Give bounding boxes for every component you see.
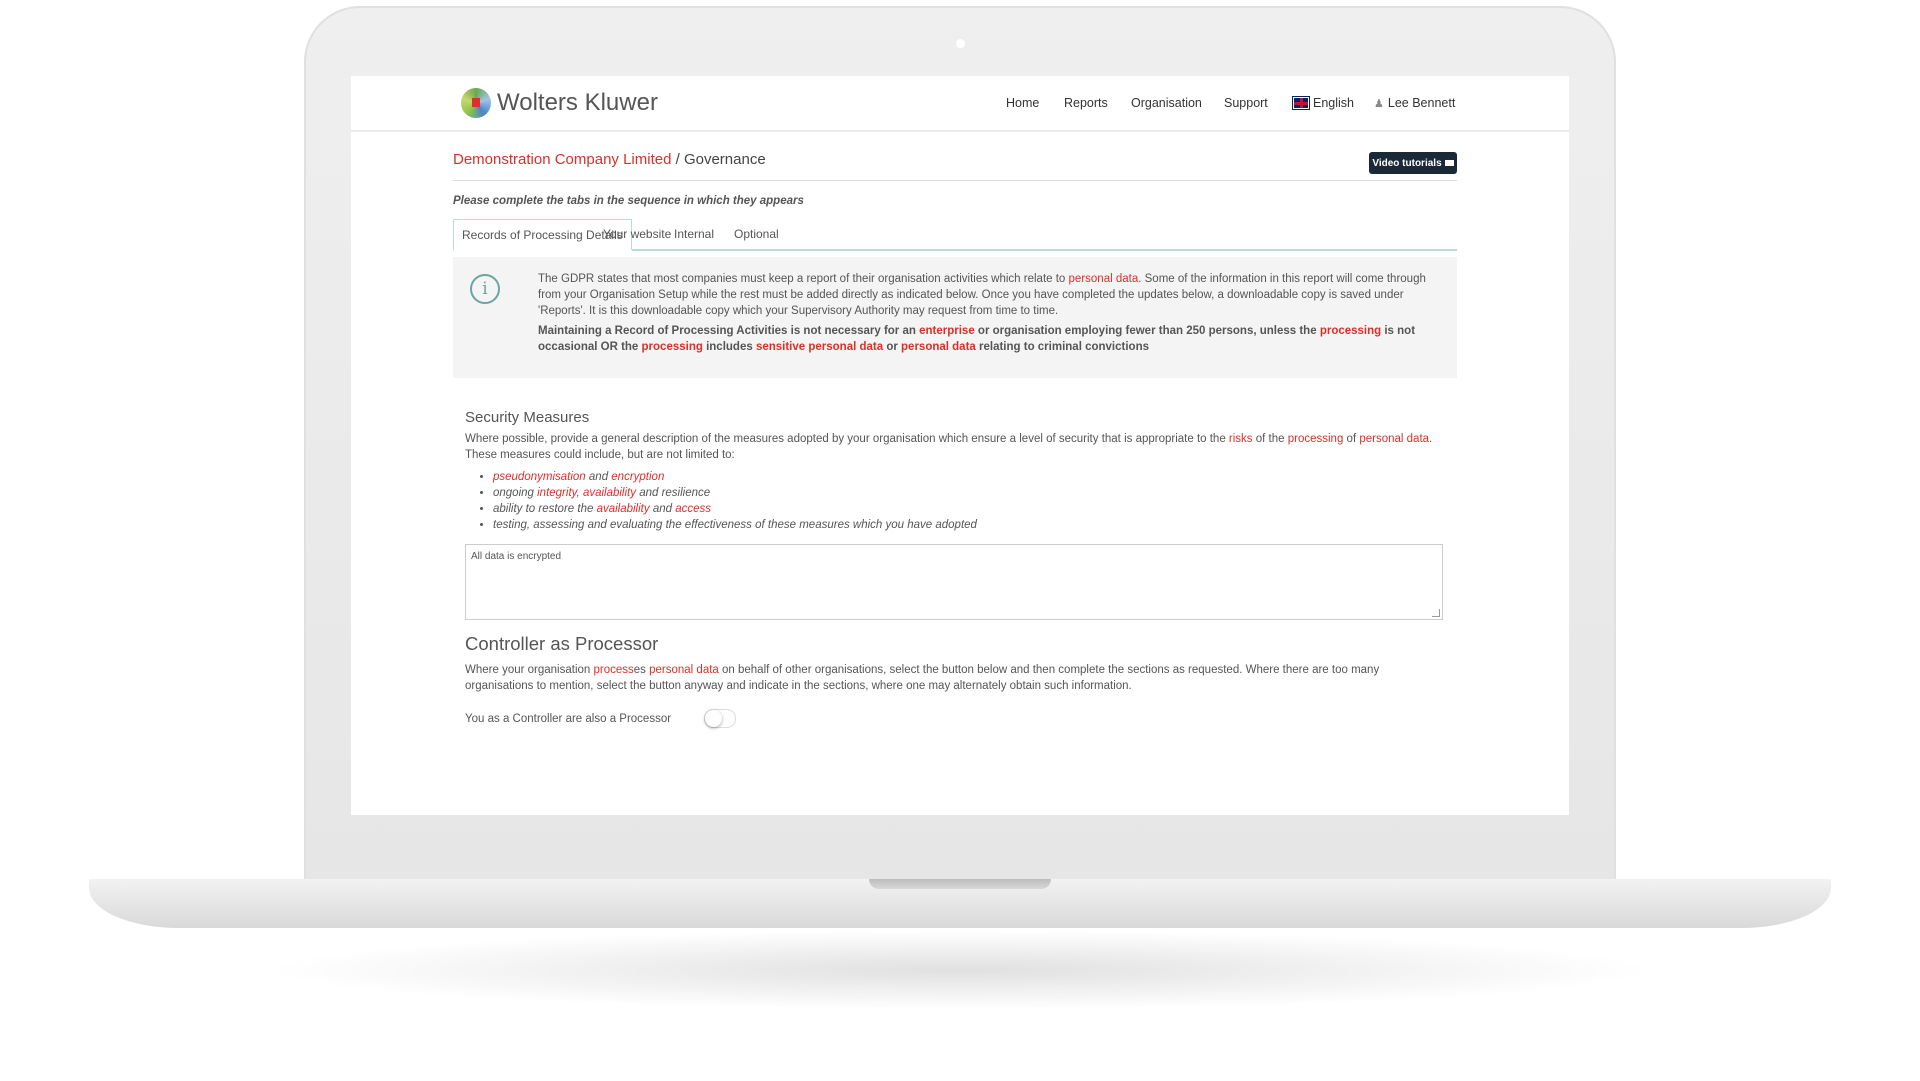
tab-internal[interactable]: Internal	[666, 219, 722, 249]
text: or	[883, 341, 902, 353]
section-title: Controller as Processor	[465, 633, 659, 654]
text: Maintaining a Record of Processing Activ…	[538, 325, 920, 337]
globe-logo-icon	[461, 88, 491, 118]
uk-flag-icon	[1292, 96, 1310, 110]
tab-label: Optional	[734, 227, 779, 241]
glossary-link[interactable]: risks	[1229, 433, 1253, 445]
info-paragraph: The GDPR states that most companies must…	[538, 271, 1448, 319]
text: The GDPR states that most companies must…	[538, 273, 1069, 285]
logo[interactable]: Wolters Kluwer	[461, 88, 658, 118]
glossary-link[interactable]: personal data	[1359, 433, 1429, 445]
info-icon: i	[470, 274, 500, 304]
breadcrumb: Demonstration Company Limited / Governan…	[453, 151, 766, 168]
nav-support[interactable]: Support	[1224, 76, 1268, 130]
glossary-link[interactable]: pseudonymisation	[493, 471, 586, 483]
glossary-link[interactable]: encryption	[611, 471, 664, 483]
info-panel: i The GDPR states that most companies mu…	[453, 257, 1457, 378]
tab-label: Internal	[674, 227, 715, 241]
text: and	[649, 503, 676, 515]
controller-description: Where your organisation processes person…	[465, 662, 1450, 694]
text: testing, assessing and evaluating the ef…	[493, 519, 977, 531]
user-name: Lee Bennett	[1387, 96, 1456, 110]
info-notice: Maintaining a Record of Processing Activ…	[538, 323, 1448, 355]
nav-reports[interactable]: Reports	[1064, 76, 1108, 130]
list-item: pseudonymisation and encryption	[493, 469, 1450, 485]
video-camera-icon	[1444, 160, 1454, 166]
section-title: Security Measures	[465, 409, 590, 426]
glossary-link[interactable]: personal data	[901, 341, 976, 353]
language-label: English	[1313, 96, 1354, 110]
glossary-link[interactable]: processing	[642, 341, 703, 353]
language-selector[interactable]: English	[1292, 76, 1354, 130]
security-description: Where possible, provide a general descri…	[465, 431, 1450, 463]
text: Where your organisation	[465, 664, 594, 676]
info-text: The GDPR states that most companies must…	[538, 271, 1448, 359]
video-tutorials-label: Video tutorials	[1372, 157, 1442, 169]
text: includes	[702, 341, 756, 353]
glossary-link[interactable]: processing	[1320, 325, 1381, 337]
nav-organisation-label: Organisation	[1131, 96, 1202, 110]
text: ongoing	[493, 487, 538, 499]
security-measures-textarea[interactable]: All data is encrypted	[465, 544, 1443, 620]
glossary-link[interactable]: personal data	[649, 664, 719, 676]
text: relating to criminal convictions	[975, 341, 1149, 353]
glossary-link[interactable]: enterprise	[919, 325, 975, 337]
nav-home[interactable]: Home	[1006, 76, 1039, 130]
glossary-link[interactable]: integrity	[537, 487, 576, 499]
text: and resilience	[636, 487, 711, 499]
user-menu[interactable]: ♟ Lee Bennett	[1374, 76, 1455, 130]
video-tutorials-button[interactable]: Video tutorials	[1369, 152, 1457, 174]
glossary-link[interactable]: sensitive personal data	[756, 341, 883, 353]
breadcrumb-current: Governance	[683, 151, 766, 168]
glossary-link[interactable]: processing	[1288, 433, 1344, 445]
app-screen: Wolters Kluwer Home Reports Organisation…	[351, 76, 1569, 815]
laptop-shadow	[260, 930, 1660, 1010]
text: and	[585, 471, 612, 483]
glossary-link[interactable]: process	[593, 664, 633, 676]
nav-reports-label: Reports	[1064, 96, 1108, 110]
nav-home-label: Home	[1006, 96, 1040, 110]
processor-toggle[interactable]	[704, 709, 736, 728]
text: of the	[1252, 433, 1288, 445]
laptop-notch	[869, 879, 1051, 889]
tab-bar: Records of Processing Details Your websi…	[453, 219, 1457, 251]
textarea-value: All data is encrypted	[471, 551, 562, 562]
camera-dot	[956, 39, 965, 48]
list-item: ongoing integrity, availability and resi…	[493, 485, 1450, 501]
security-measures-list: pseudonymisation and encryption ongoing …	[465, 469, 1450, 533]
list-item: testing, assessing and evaluating the ef…	[493, 517, 1450, 533]
text: or organisation employing fewer than 250…	[974, 325, 1320, 337]
resize-handle-icon[interactable]	[1432, 609, 1440, 617]
toggle-knob	[705, 710, 722, 727]
glossary-link[interactable]: personal data	[1069, 273, 1139, 285]
security-measures-section: Security Measures Where possible, provid…	[465, 410, 1450, 533]
divider	[453, 180, 1457, 181]
breadcrumb-company-link[interactable]: Demonstration Company Limited	[453, 151, 671, 168]
controller-section: Controller as Processor Where your organ…	[465, 633, 1450, 694]
instructions-text: Please complete the tabs in the sequence…	[453, 195, 804, 207]
breadcrumb-separator: /	[671, 151, 684, 168]
glossary-link[interactable]: availability	[583, 487, 636, 499]
text: ability to restore the	[493, 503, 597, 515]
text: of	[1343, 433, 1360, 445]
list-item: ability to restore the availability and …	[493, 501, 1450, 517]
tab-optional[interactable]: Optional	[726, 219, 787, 249]
tab-label: Your website	[603, 227, 672, 241]
glossary-link[interactable]: availability	[597, 503, 650, 515]
glossary-link[interactable]: access	[675, 503, 711, 515]
top-navbar: Wolters Kluwer Home Reports Organisation…	[351, 76, 1569, 132]
nav-organisation[interactable]: Organisation	[1131, 76, 1202, 130]
logo-text: Wolters Kluwer	[497, 89, 658, 116]
user-icon: ♟	[1374, 97, 1384, 110]
nav-support-label: Support	[1224, 96, 1268, 110]
text: Where possible, provide a general descri…	[465, 433, 1229, 445]
text: es	[633, 664, 650, 676]
